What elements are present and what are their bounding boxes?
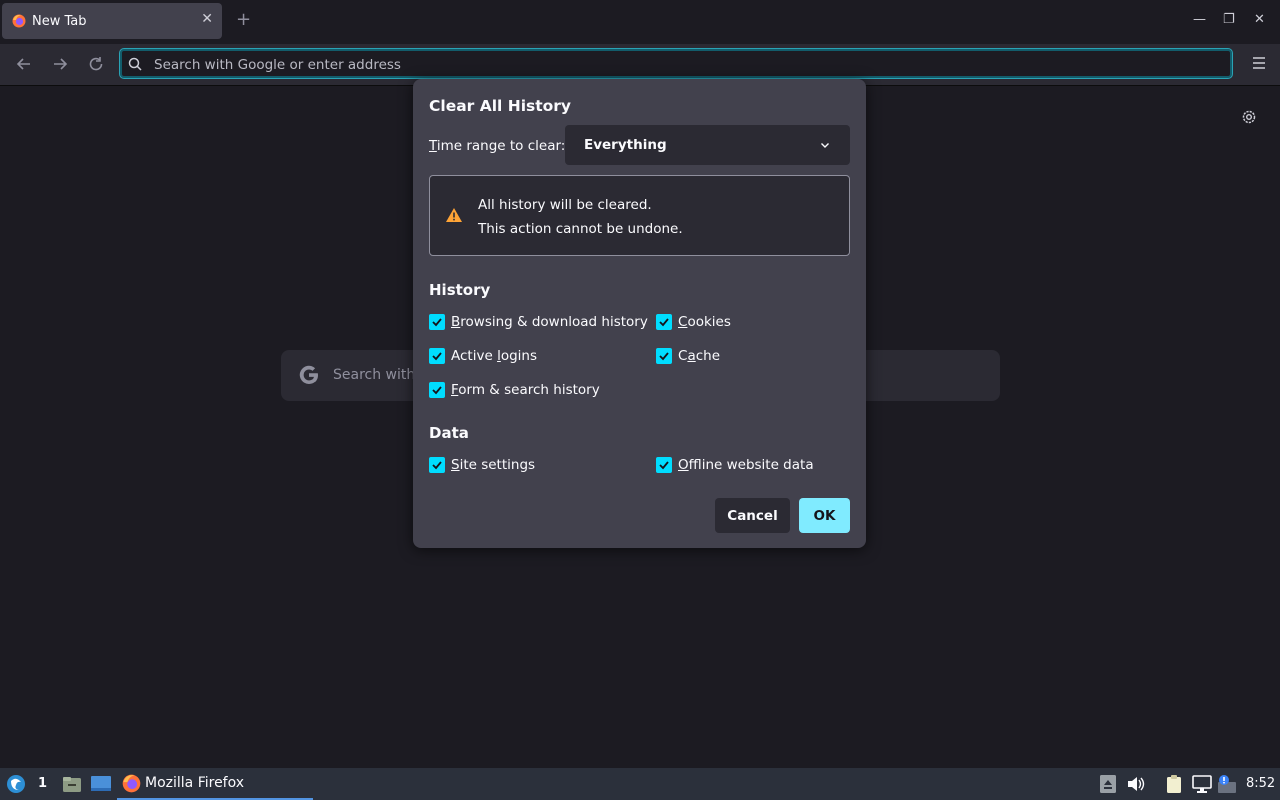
- checkbox-checked[interactable]: [656, 314, 672, 330]
- dialog-title: Clear All History: [429, 97, 572, 115]
- restore-icon[interactable]: ❐: [1223, 12, 1235, 27]
- taskbar-clock[interactable]: 8:52: [1246, 776, 1275, 791]
- warning-line-1: All history will be cleared.: [478, 197, 652, 213]
- taskbar: 1 Mozilla Firefox 8:52: [0, 768, 1280, 800]
- minimize-icon[interactable]: —: [1193, 12, 1206, 27]
- clipboard-icon[interactable]: [1164, 774, 1184, 794]
- time-range-label: Time range to clear:: [429, 138, 566, 154]
- taskbar-task-firefox[interactable]: Mozilla Firefox: [117, 768, 313, 800]
- taskbar-task-label: Mozilla Firefox: [145, 775, 245, 791]
- gear-icon[interactable]: [1240, 108, 1258, 126]
- ok-button[interactable]: OK: [799, 498, 850, 533]
- file-manager-icon[interactable]: [62, 774, 82, 794]
- new-tab-icon[interactable]: +: [236, 11, 251, 29]
- history-heading: History: [429, 281, 491, 299]
- checkbox-checked[interactable]: [429, 457, 445, 473]
- network-icon[interactable]: [1192, 775, 1212, 793]
- time-range-value: Everything: [584, 137, 667, 153]
- data-heading: Data: [429, 424, 469, 442]
- reload-icon[interactable]: [85, 53, 107, 75]
- firefox-icon: [122, 774, 141, 793]
- clear-history-dialog: Clear All History Time range to clear: E…: [413, 79, 866, 548]
- address-input[interactable]: [152, 54, 1216, 76]
- forward-icon[interactable]: [49, 53, 71, 75]
- back-icon[interactable]: [13, 53, 35, 75]
- notification-icon[interactable]: [1217, 774, 1237, 794]
- firefox-icon: [12, 14, 26, 28]
- hamburger-menu-icon[interactable]: [1250, 54, 1268, 72]
- workspace-switcher[interactable]: 1: [38, 776, 47, 791]
- address-bar[interactable]: [119, 48, 1233, 79]
- warning-line-2: This action cannot be undone.: [478, 221, 683, 237]
- search-placeholder: Search with: [333, 367, 416, 383]
- volume-icon[interactable]: [1127, 776, 1145, 792]
- search-icon: [128, 57, 142, 71]
- checkbox-checked[interactable]: [656, 348, 672, 364]
- checkbox-checked[interactable]: [656, 457, 672, 473]
- checkbox-checked[interactable]: [429, 382, 445, 398]
- time-range-select[interactable]: Everything: [565, 125, 850, 165]
- cancel-button[interactable]: Cancel: [715, 498, 790, 533]
- start-menu-icon[interactable]: [5, 773, 27, 795]
- tab-new-tab[interactable]: New Tab ✕: [2, 3, 222, 39]
- chevron-down-icon: [821, 143, 829, 148]
- warning-box: All history will be cleared. This action…: [429, 175, 850, 256]
- tab-title: New Tab: [32, 14, 87, 29]
- google-logo-icon: [299, 365, 318, 385]
- close-window-icon[interactable]: ✕: [1254, 12, 1265, 27]
- checkbox-checked[interactable]: [429, 314, 445, 330]
- show-desktop-icon[interactable]: [90, 775, 112, 793]
- eject-icon[interactable]: [1100, 775, 1116, 793]
- warning-icon: [446, 208, 462, 222]
- close-tab-icon[interactable]: ✕: [201, 11, 213, 27]
- checkbox-checked[interactable]: [429, 348, 445, 364]
- tab-strip: New Tab ✕ + — ❐ ✕: [0, 0, 1280, 44]
